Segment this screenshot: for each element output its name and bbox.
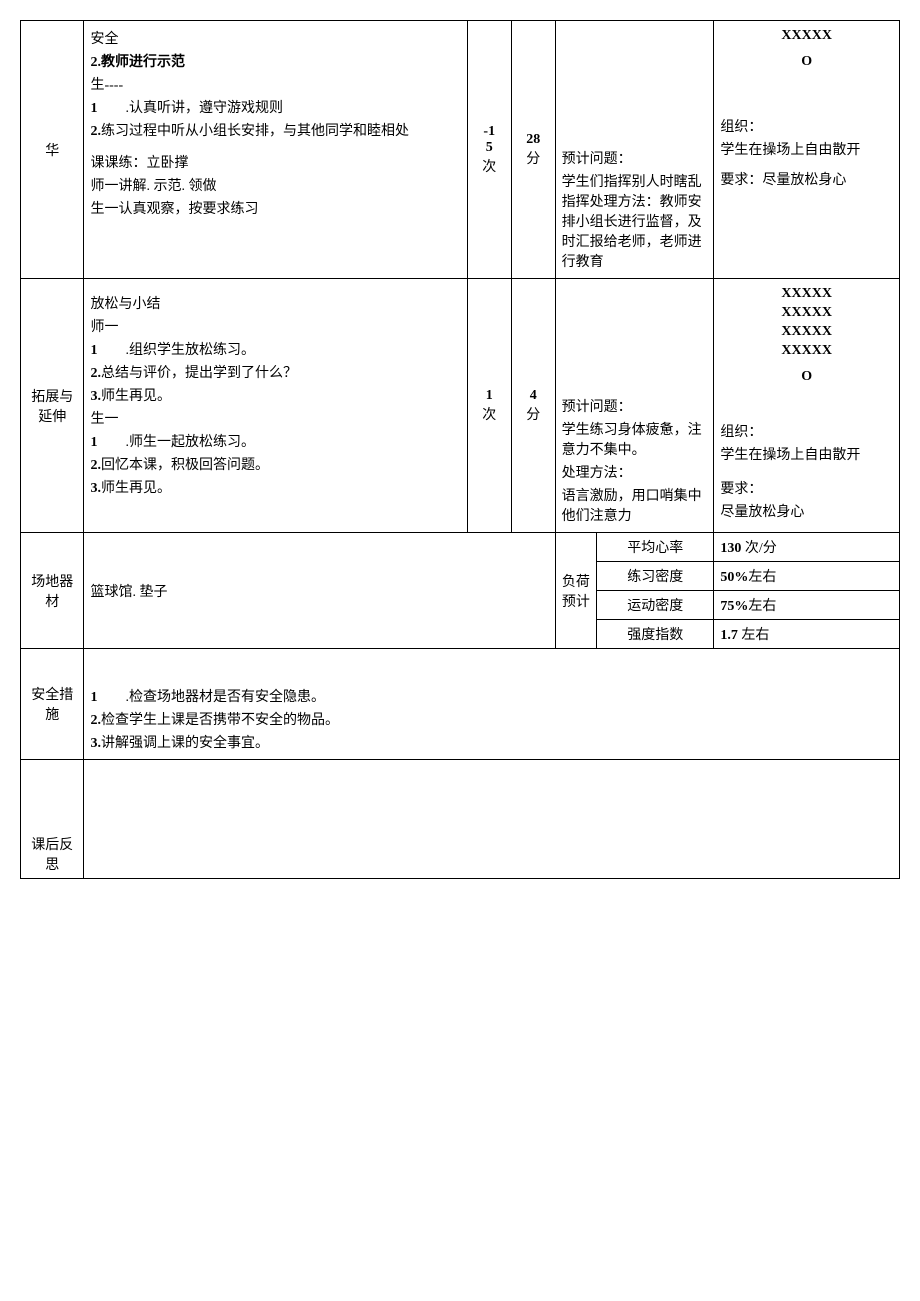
text-line: 生一认真观察，按要求练习 [90, 198, 460, 218]
text-line: 2.练习过程中听从小组长安排，与其他同学和睦相处 [90, 120, 460, 140]
minutes-value: 28 [518, 132, 549, 148]
times-value: -1 [474, 124, 505, 140]
symbol-row: XXXXX [720, 286, 893, 302]
lesson-plan-table: 华 安全 2.教师进行示范 生---- 1 .认真听讲，遵守游戏规则 2.练习过… [20, 20, 900, 879]
symbol-row: XXXXX [720, 324, 893, 340]
text-line: 处理方法： [562, 462, 708, 482]
metric-value: 50%左右 [714, 562, 900, 591]
text-line: 预计问题： [562, 396, 708, 416]
text-line: 3.师生再见。 [90, 477, 460, 497]
times-unit: 次 [474, 156, 505, 176]
symbol-row: XXXXX [720, 343, 893, 359]
text-line: 学生在操场上自由散开 [720, 139, 893, 159]
text-line: 学生们指挥别人时瞎乱指挥处理方法：教师安排小组长进行监督，及时汇报给老师，老师进… [562, 171, 708, 271]
text-line: 组织： [720, 421, 893, 441]
metric-label: 强度指数 [597, 620, 714, 649]
text-line: 生一 [90, 408, 460, 428]
section-label-reflection: 课后反思 [21, 760, 84, 879]
text-line: 预计问题： [562, 148, 708, 168]
text-line: 师一讲解. 示范. 领做 [90, 175, 460, 195]
times-unit: 次 [474, 404, 505, 424]
text-line: 1 .认真听讲，遵守游戏规则 [90, 97, 460, 117]
text-line: 语言激励，用口哨集中他们注意力 [562, 485, 708, 525]
section-label-extension: 拓展与延伸 [21, 279, 84, 533]
minutes-col: 4 分 [511, 279, 555, 533]
text-line: 要求：尽量放松身心 [720, 169, 893, 189]
text-line: 2.教师进行示范 [90, 51, 460, 71]
symbol-row: XXXXX [720, 305, 893, 321]
text-line: 课课练：立卧撑 [90, 152, 460, 172]
text-line: 1 .组织学生放松练习。 [90, 339, 460, 359]
metric-value: 1.7 左右 [714, 620, 900, 649]
text-line: 2.总结与评价，提出学到了什么？ [90, 362, 460, 382]
organization-col: XXXXX O 组织： 学生在操场上自由散开 要求：尽量放松身心 [714, 21, 900, 279]
symbol-row: O [720, 54, 893, 70]
text-line: 1 .师生一起放松练习。 [90, 431, 460, 451]
metric-value: 75%左右 [714, 591, 900, 620]
text-line: 1 .检查场地器材是否有安全隐患。 [90, 686, 893, 706]
times-value: 5 [474, 140, 505, 156]
load-forecast-label: 负荷预计 [555, 533, 597, 649]
section-content-extension: 放松与小结 师一 1 .组织学生放松练习。 2.总结与评价，提出学到了什么？ 3… [84, 279, 467, 533]
metrics-row-1: 场地器材 篮球馆. 垫子 负荷预计 平均心率 130 次/分 [21, 533, 900, 562]
metric-label: 练习密度 [597, 562, 714, 591]
minutes-unit: 分 [518, 148, 549, 168]
symbol-row: XXXXX [720, 28, 893, 44]
minutes-unit: 分 [518, 404, 549, 424]
problem-col: 预计问题： 学生练习身体疲惫，注意力不集中。 处理方法： 语言激励，用口哨集中他… [555, 279, 714, 533]
section-label-equipment: 场地器材 [21, 533, 84, 649]
section-reflection: 课后反思 [21, 760, 900, 879]
text-line: 要求： [720, 478, 893, 498]
text-line: 生---- [90, 74, 460, 94]
symbol-row: O [720, 369, 893, 385]
times-value: 1 [474, 388, 505, 404]
text-line: 3.师生再见。 [90, 385, 460, 405]
times-col: 1 次 [467, 279, 511, 533]
section-label-safety: 安全措施 [21, 649, 84, 760]
section-content-hua: 安全 2.教师进行示范 生---- 1 .认真听讲，遵守游戏规则 2.练习过程中… [84, 21, 467, 279]
reflection-content [84, 760, 900, 879]
section-hua: 华 安全 2.教师进行示范 生---- 1 .认真听讲，遵守游戏规则 2.练习过… [21, 21, 900, 279]
text-line: 3.讲解强调上课的安全事宜。 [90, 732, 893, 752]
section-label-hua: 华 [21, 21, 84, 279]
safety-content: 1 .检查场地器材是否有安全隐患。 2.检查学生上课是否携带不安全的物品。 3.… [84, 649, 900, 760]
text-line: 组织： [720, 116, 893, 136]
minutes-value: 4 [518, 388, 549, 404]
text-line: 2.回忆本课，积极回答问题。 [90, 454, 460, 474]
minutes-col: 28 分 [511, 21, 555, 279]
text-line: 放松与小结 [90, 293, 460, 313]
section-safety: 安全措施 1 .检查场地器材是否有安全隐患。 2.检查学生上课是否携带不安全的物… [21, 649, 900, 760]
text-line: 学生练习身体疲惫，注意力不集中。 [562, 419, 708, 459]
metric-label: 运动密度 [597, 591, 714, 620]
text-line: 尽量放松身心 [720, 501, 893, 521]
problem-col: 预计问题： 学生们指挥别人时瞎乱指挥处理方法：教师安排小组长进行监督，及时汇报给… [555, 21, 714, 279]
equipment-content: 篮球馆. 垫子 [84, 533, 555, 649]
times-col: -1 5 次 [467, 21, 511, 279]
metric-label: 平均心率 [597, 533, 714, 562]
text-line: 2.检查学生上课是否携带不安全的物品。 [90, 709, 893, 729]
metric-value: 130 次/分 [714, 533, 900, 562]
text-line: 学生在操场上自由散开 [720, 444, 893, 464]
organization-col: XXXXX XXXXX XXXXX XXXXX O 组织： 学生在操场上自由散开… [714, 279, 900, 533]
text-line: 师一 [90, 316, 460, 336]
section-extension: 拓展与延伸 放松与小结 师一 1 .组织学生放松练习。 2.总结与评价，提出学到… [21, 279, 900, 533]
text-line: 安全 [90, 28, 460, 48]
